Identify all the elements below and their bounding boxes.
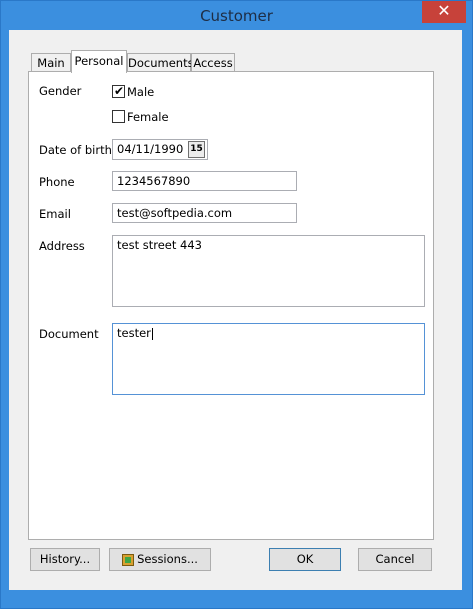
gender-label: Gender <box>39 84 82 98</box>
phone-label: Phone <box>39 175 75 189</box>
address-label: Address <box>39 239 85 253</box>
male-checkbox[interactable]: ✔ <box>112 84 125 98</box>
dob-label: Date of birth <box>39 143 112 157</box>
close-icon: ✕ <box>437 1 451 20</box>
document-label: Document <box>39 327 99 341</box>
ok-button[interactable]: OK <box>269 548 341 571</box>
calendar-icon: 15 <box>190 144 203 154</box>
female-checkbox[interactable] <box>112 110 125 123</box>
phone-value: 1234567890 <box>117 174 191 188</box>
dob-value: 04/11/1990 <box>117 142 184 156</box>
tab-main[interactable]: Main <box>31 53 71 72</box>
window-title: Customer <box>200 7 273 25</box>
email-value: test@softpedia.com <box>117 206 233 220</box>
close-button[interactable]: ✕ <box>422 1 466 23</box>
phone-field[interactable]: 1234567890 <box>112 171 297 191</box>
checkmark-icon: ✔ <box>114 84 125 98</box>
tab-access[interactable]: Access <box>191 53 235 72</box>
sessions-label: Sessions... <box>137 552 198 566</box>
address-value: test street 443 <box>117 238 202 252</box>
email-label: Email <box>39 207 71 221</box>
email-field[interactable]: test@softpedia.com <box>112 203 297 223</box>
text-caret <box>151 327 153 340</box>
calendar-button[interactable]: 15 <box>188 141 205 158</box>
male-label[interactable]: Male <box>127 85 154 99</box>
document-field[interactable]: tester <box>112 323 425 395</box>
female-label[interactable]: Female <box>127 110 169 124</box>
tab-documents[interactable]: Documents <box>127 53 194 72</box>
history-button[interactable]: History... <box>30 548 100 571</box>
tab-personal[interactable]: Personal <box>71 50 127 73</box>
document-value: tester <box>117 326 151 340</box>
title-bar[interactable]: Customer ✕ <box>1 1 472 31</box>
address-field[interactable]: test street 443 <box>112 235 425 307</box>
sessions-icon <box>122 553 135 566</box>
sessions-button[interactable]: Sessions... <box>109 548 211 571</box>
cancel-button[interactable]: Cancel <box>358 548 432 571</box>
